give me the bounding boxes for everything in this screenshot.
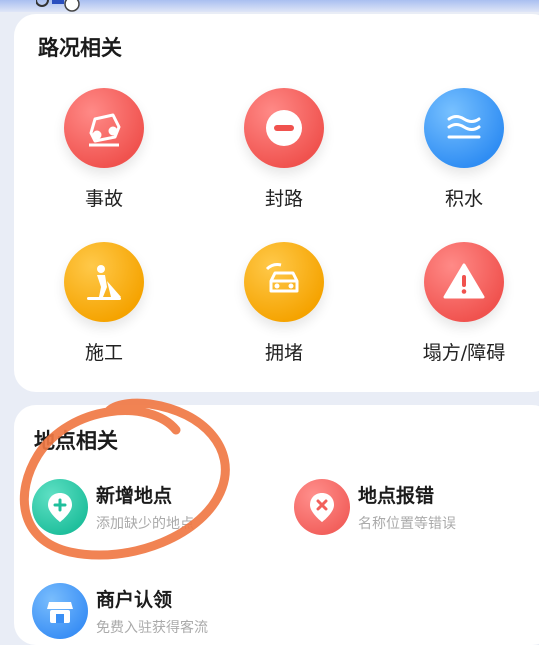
place-item-subtitle: 添加缺少的地点 — [96, 516, 194, 532]
road-closed-icon — [244, 88, 324, 168]
store-icon — [32, 583, 88, 639]
warning-icon — [424, 242, 504, 322]
tile-label: 封路 — [264, 188, 303, 210]
place-item-title: 商户认领 — [96, 589, 173, 611]
tile-accident[interactable]: 事故 — [34, 88, 174, 211]
road-section-card: 路况相关 事故 封路 积水 施工 拥堵 塌方/障碍 — [14, 14, 539, 392]
tile-traffic-jam[interactable]: 拥堵 — [214, 242, 354, 365]
traffic-jam-icon — [244, 242, 324, 322]
tile-road-closed[interactable]: 封路 — [214, 88, 354, 211]
tile-label: 拥堵 — [264, 342, 303, 364]
report-place-error-item[interactable]: 地点报错 名称位置等错误 — [294, 479, 539, 539]
add-place-item[interactable]: 新增地点 添加缺少的地点 — [32, 479, 282, 539]
tile-label: 事故 — [84, 188, 123, 210]
place-section-card: 地点相关 新增地点 添加缺少的地点 地点报错 名称位置等错误 商户认领 免费入驻… — [14, 405, 539, 645]
place-item-title: 新增地点 — [96, 485, 173, 507]
tile-water[interactable]: 积水 — [394, 88, 534, 211]
tile-label: 积水 — [444, 188, 483, 210]
claim-business-item[interactable]: 商户认领 免费入驻获得客流 — [32, 583, 282, 643]
construction-icon — [64, 242, 144, 322]
tile-label: 施工 — [84, 342, 123, 364]
road-section-title: 路况相关 — [38, 36, 122, 60]
place-item-subtitle: 免费入驻获得客流 — [96, 620, 208, 636]
status-glyph-icon — [36, 0, 80, 12]
place-section-title: 地点相关 — [34, 429, 118, 453]
location-error-icon — [294, 479, 350, 535]
tile-landslide-obstacle[interactable]: 塌方/障碍 — [394, 242, 534, 365]
add-location-icon — [32, 479, 88, 535]
water-icon — [424, 88, 504, 168]
car-accident-icon — [64, 88, 144, 168]
place-item-subtitle: 名称位置等错误 — [358, 516, 456, 532]
tile-construction[interactable]: 施工 — [34, 242, 174, 365]
place-item-title: 地点报错 — [358, 485, 435, 507]
tile-label: 塌方/障碍 — [422, 342, 506, 364]
